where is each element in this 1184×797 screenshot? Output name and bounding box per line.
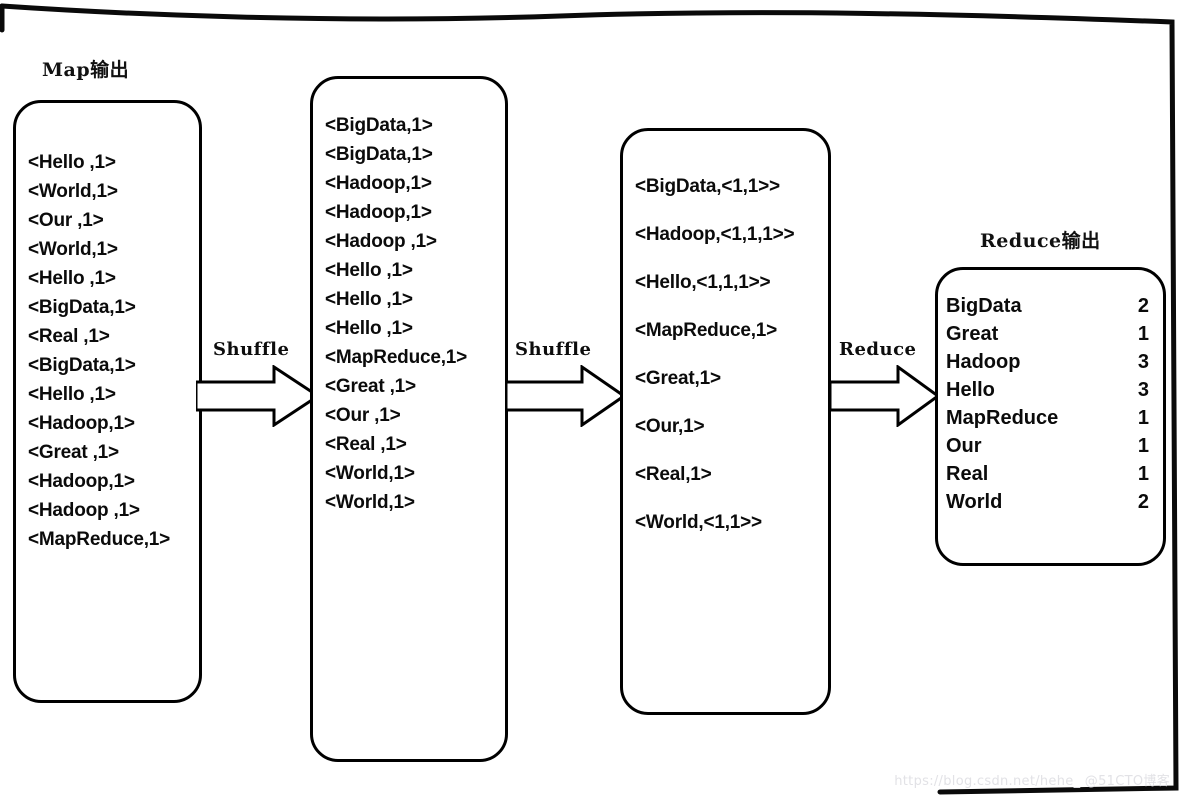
- map-output-item: <Hadoop ,1>: [28, 500, 140, 521]
- shuffle-output-box: <BigData,1> <BigData,1> <Hadoop,1> <Hado…: [310, 76, 508, 762]
- shuffle-output-item: <Hello ,1>: [325, 260, 413, 281]
- map-output-item: <MapReduce,1>: [28, 529, 171, 550]
- reduce-count: 1: [1137, 435, 1149, 457]
- reduce-count: 1: [1137, 463, 1149, 485]
- reduce-word: Hadoop: [946, 351, 1021, 373]
- shuffle-arrow-1: [194, 364, 321, 428]
- shuffle-output-item: <World,1>: [325, 492, 415, 513]
- map-output-item: <BigData,1>: [28, 355, 136, 376]
- map-output-item: <Hadoop,1>: [28, 413, 135, 434]
- grouped-output-item: <Hadoop,<1,1,1>>: [635, 224, 795, 245]
- grouped-output-item: <Our,1>: [635, 416, 705, 437]
- table-row: Hadoop 3: [944, 348, 1157, 376]
- shuffle-output-item: <Our ,1>: [325, 405, 401, 426]
- table-row: World 2: [944, 488, 1157, 516]
- map-output-item: <World,1>: [28, 239, 118, 260]
- reduce-count: 2: [1137, 295, 1149, 317]
- map-output-item: <BigData,1>: [28, 297, 136, 318]
- reduce-count: 3: [1137, 379, 1149, 401]
- map-output-item: <Our ,1>: [28, 210, 104, 231]
- shuffle-output-item: <World,1>: [325, 463, 415, 484]
- shuffle-output-item: <Hadoop,1>: [325, 202, 432, 223]
- reduce-word: MapReduce: [946, 407, 1059, 429]
- grouped-output-item: <Real,1>: [635, 464, 712, 485]
- reduce-arrow-label: Reduce: [839, 339, 917, 360]
- shuffle-output-item: <MapReduce,1>: [325, 347, 468, 368]
- reduce-word: Our: [946, 435, 982, 457]
- table-row: Real 1: [944, 460, 1157, 488]
- grouped-output-item: <Hello,<1,1,1>>: [635, 272, 771, 293]
- table-row: Great 1: [944, 320, 1157, 348]
- watermark-text: https://blog.csdn.net/hehe_ @51CTO博客: [894, 774, 1170, 789]
- reduce-count: 1: [1137, 323, 1149, 345]
- shuffle-output-item: <Real ,1>: [325, 434, 407, 455]
- shuffle-output-item: <Great ,1>: [325, 376, 416, 397]
- map-output-item: <Great ,1>: [28, 442, 119, 463]
- map-output-item: <Hadoop,1>: [28, 471, 135, 492]
- grouped-output-item: <World,<1,1>>: [635, 512, 762, 533]
- grouped-output-list: <BigData,<1,1>> <Hadoop,<1,1,1>> <Hello,…: [635, 163, 820, 547]
- shuffle-output-list: <BigData,1> <BigData,1> <Hadoop,1> <Hado…: [325, 111, 497, 517]
- map-output-title: Map输出: [42, 59, 130, 81]
- reduce-word: BigData: [946, 295, 1022, 317]
- reduce-word: Great: [946, 323, 999, 345]
- shuffle-output-item: <Hello ,1>: [325, 289, 413, 310]
- table-row: MapReduce 1: [944, 404, 1157, 432]
- reduce-word: World: [946, 491, 1003, 513]
- grouped-output-item: <BigData,<1,1>>: [635, 176, 780, 197]
- map-output-item: <Hello ,1>: [28, 152, 116, 173]
- grouped-output-item: <MapReduce,1>: [635, 320, 778, 341]
- shuffle-output-item: <BigData,1>: [325, 115, 433, 136]
- grouped-output-box: <BigData,<1,1>> <Hadoop,<1,1,1>> <Hello,…: [620, 128, 831, 715]
- map-output-item: <Hello ,1>: [28, 268, 116, 289]
- map-output-list: <Hello ,1> <World,1> <Our ,1> <World,1> …: [28, 148, 191, 554]
- reduce-output-box: BigData 2 Great 1 Hadoop 3 Hello 3 MapRe…: [935, 267, 1166, 566]
- shuffle-output-item: <Hadoop,1>: [325, 173, 432, 194]
- reduce-output-table: BigData 2 Great 1 Hadoop 3 Hello 3 MapRe…: [944, 292, 1157, 516]
- shuffle-arrow-2: [504, 364, 627, 428]
- map-output-item: <World,1>: [28, 181, 118, 202]
- map-output-item: <Hello ,1>: [28, 384, 116, 405]
- reduce-word: Hello: [946, 379, 995, 401]
- reduce-output-title: Reduce输出: [980, 230, 1101, 252]
- grouped-output-item: <Great,1>: [635, 368, 721, 389]
- map-output-box: <Hello ,1> <World,1> <Our ,1> <World,1> …: [13, 100, 202, 703]
- reduce-count: 2: [1137, 491, 1149, 513]
- shuffle-arrow-2-label: Shuffle: [515, 339, 592, 360]
- shuffle-output-item: <Hello ,1>: [325, 318, 413, 339]
- reduce-arrow: [828, 364, 941, 428]
- table-row: Hello 3: [944, 376, 1157, 404]
- table-row: Our 1: [944, 432, 1157, 460]
- mapreduce-wordcount-diagram: Map输出 <Hello ,1> <World,1> <Our ,1> <Wor…: [0, 0, 1184, 797]
- shuffle-output-item: <BigData,1>: [325, 144, 433, 165]
- reduce-count: 1: [1137, 407, 1149, 429]
- map-output-item: <Real ,1>: [28, 326, 110, 347]
- shuffle-output-item: <Hadoop ,1>: [325, 231, 437, 252]
- shuffle-arrow-1-label: Shuffle: [213, 339, 290, 360]
- reduce-count: 3: [1137, 351, 1149, 373]
- table-row: BigData 2: [944, 292, 1157, 320]
- reduce-word: Real: [946, 463, 989, 485]
